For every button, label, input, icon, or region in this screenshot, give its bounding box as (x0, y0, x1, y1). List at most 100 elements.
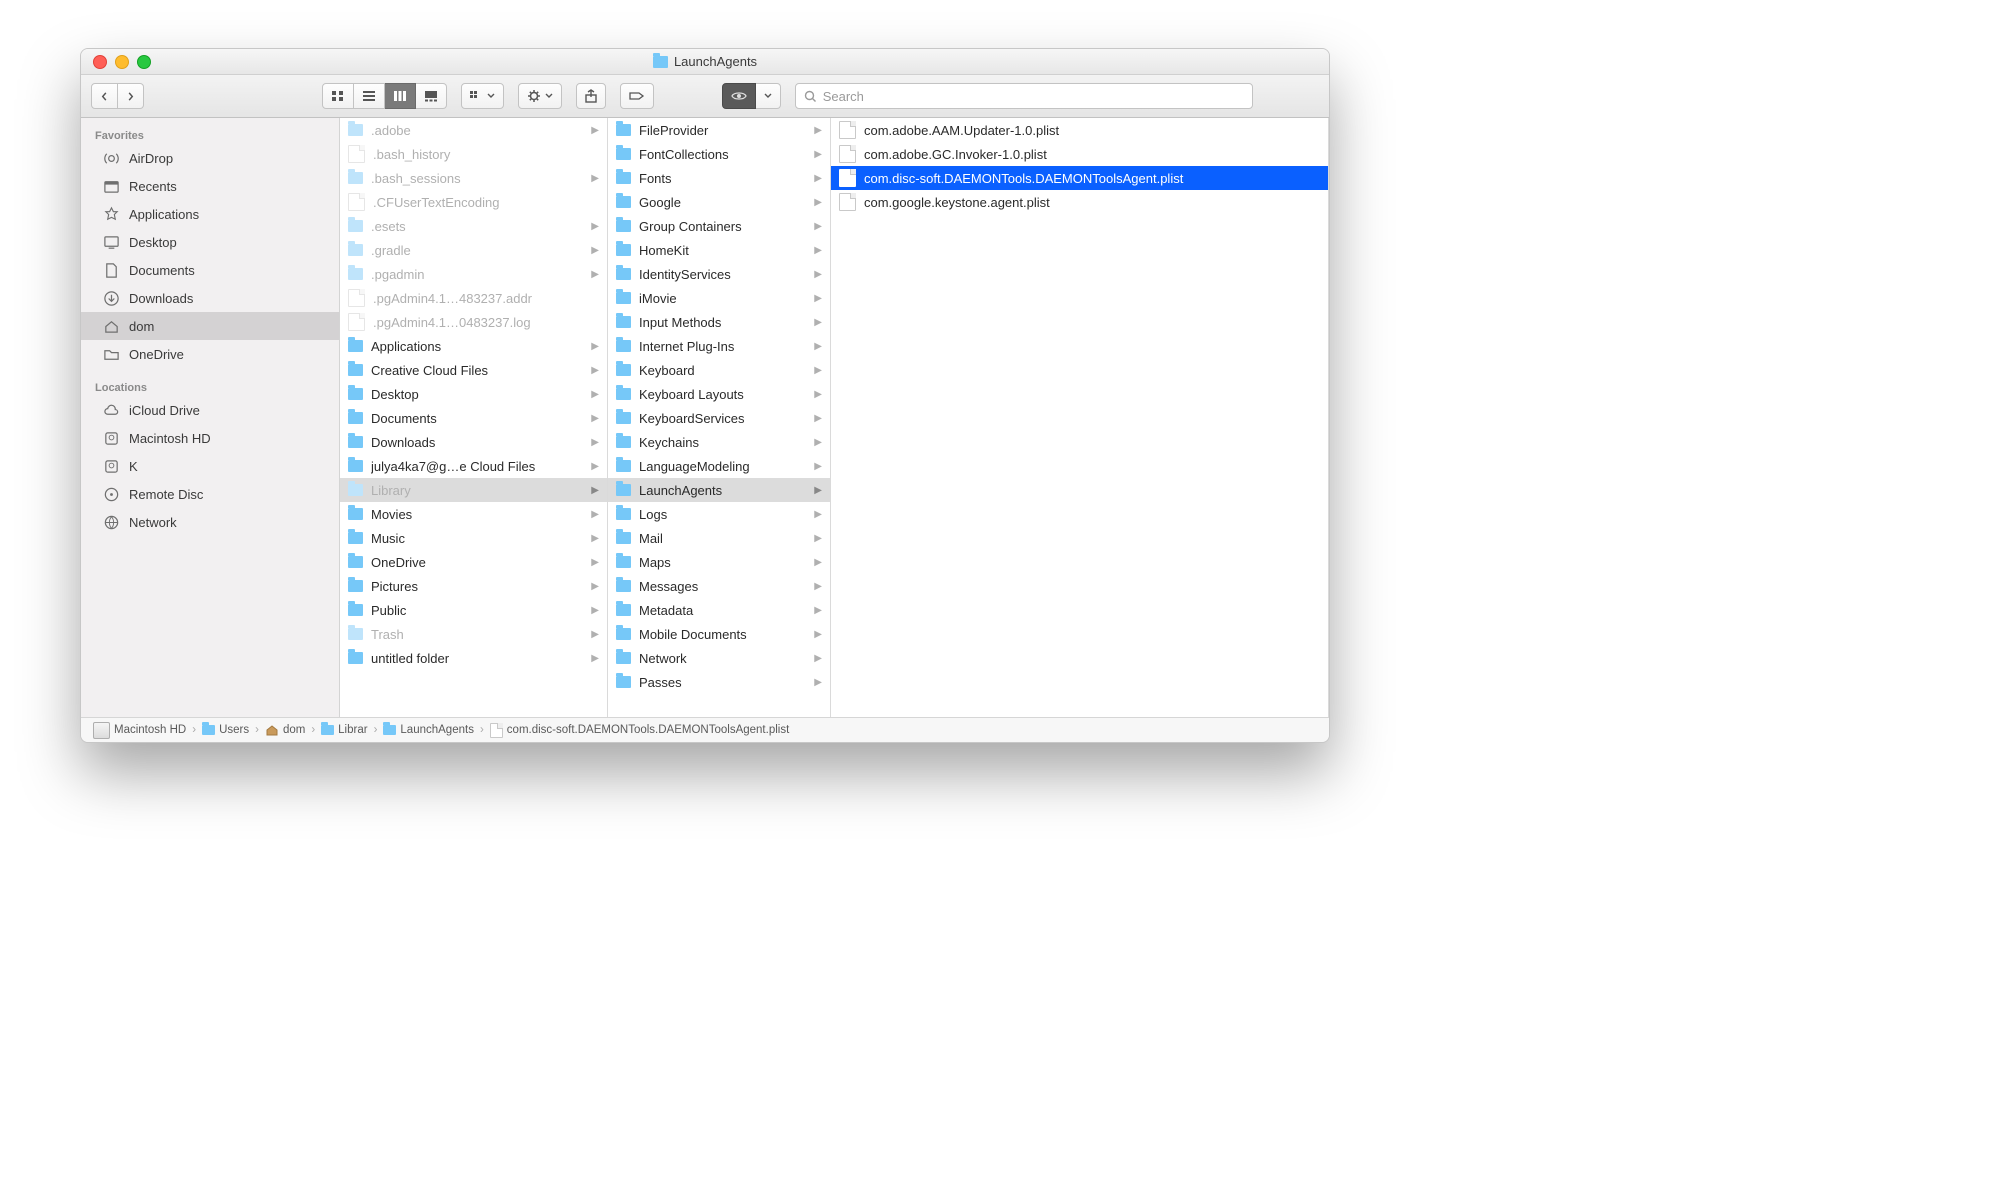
file-row[interactable]: Library▶ (340, 478, 607, 502)
disc-icon (103, 486, 120, 503)
file-row[interactable]: Mobile Documents▶ (608, 622, 830, 646)
file-row[interactable]: Mail▶ (608, 526, 830, 550)
file-row[interactable]: Messages▶ (608, 574, 830, 598)
sidebar-item[interactable]: Desktop (81, 228, 339, 256)
file-row[interactable]: Keyboard▶ (608, 358, 830, 382)
file-row[interactable]: FileProvider▶ (608, 118, 830, 142)
sidebar-item[interactable]: OneDrive (81, 340, 339, 368)
file-row[interactable]: Trash▶ (340, 622, 607, 646)
sidebar-item[interactable]: Network (81, 508, 339, 536)
sidebar-item[interactable]: dom (81, 312, 339, 340)
file-row[interactable]: com.adobe.GC.Invoker-1.0.plist (831, 142, 1328, 166)
sidebar-item-label: Network (129, 515, 177, 530)
chevron-right-icon: ▶ (814, 149, 824, 160)
sidebar-item[interactable]: Documents (81, 256, 339, 284)
sidebar-item[interactable]: AirDrop (81, 144, 339, 172)
file-row[interactable]: com.disc-soft.DAEMONTools.DAEMONToolsAge… (831, 166, 1328, 190)
column-1: .adobe▶.bash_history.bash_sessions▶.CFUs… (340, 118, 608, 717)
folder-icon (348, 652, 363, 664)
folder-icon (348, 340, 363, 352)
sidebar-item[interactable]: Applications (81, 200, 339, 228)
file-row[interactable]: julya4ka7@g…e Cloud Files▶ (340, 454, 607, 478)
file-row[interactable]: Creative Cloud Files▶ (340, 358, 607, 382)
sidebar-item[interactable]: K (81, 452, 339, 480)
file-row[interactable]: Fonts▶ (608, 166, 830, 190)
path-segment[interactable]: dom (265, 723, 305, 737)
view-icons-button[interactable] (322, 83, 354, 109)
action-button[interactable] (518, 83, 561, 109)
back-button[interactable] (91, 83, 118, 109)
file-row[interactable]: KeyboardServices▶ (608, 406, 830, 430)
file-row[interactable]: Keyboard Layouts▶ (608, 382, 830, 406)
file-row[interactable]: iMovie▶ (608, 286, 830, 310)
sidebar-item[interactable]: Recents (81, 172, 339, 200)
close-icon[interactable] (93, 55, 107, 69)
file-row[interactable]: Google▶ (608, 190, 830, 214)
sidebar-item[interactable]: Macintosh HD (81, 424, 339, 452)
sidebar-item[interactable]: Remote Disc (81, 480, 339, 508)
minimize-icon[interactable] (115, 55, 129, 69)
file-row[interactable]: Input Methods▶ (608, 310, 830, 334)
file-row[interactable]: Pictures▶ (340, 574, 607, 598)
file-row[interactable]: .esets▶ (340, 214, 607, 238)
file-row[interactable]: Applications▶ (340, 334, 607, 358)
file-row[interactable]: .gradle▶ (340, 238, 607, 262)
file-row[interactable]: Maps▶ (608, 550, 830, 574)
file-row[interactable]: .adobe▶ (340, 118, 607, 142)
preview-menu-button[interactable] (756, 83, 781, 109)
file-row[interactable]: Desktop▶ (340, 382, 607, 406)
file-row[interactable]: .CFUserTextEncoding (340, 190, 607, 214)
chevron-right-icon: ▶ (591, 365, 601, 376)
preview-button[interactable] (722, 83, 756, 109)
view-list-button[interactable] (354, 83, 385, 109)
forward-button[interactable] (118, 83, 144, 109)
file-row[interactable]: Internet Plug-Ins▶ (608, 334, 830, 358)
file-row[interactable]: FontCollections▶ (608, 142, 830, 166)
path-segment[interactable]: Users (202, 724, 249, 736)
chevron-right-icon: ▶ (814, 173, 824, 184)
path-segment[interactable]: Macintosh HD (93, 722, 186, 739)
file-row[interactable]: .pgAdmin4.1…483237.addr (340, 286, 607, 310)
path-segment[interactable]: Librar (321, 724, 367, 736)
file-row[interactable]: Keychains▶ (608, 430, 830, 454)
file-row[interactable]: Group Containers▶ (608, 214, 830, 238)
path-segment[interactable]: LaunchAgents (383, 724, 474, 736)
file-row[interactable]: Public▶ (340, 598, 607, 622)
file-row[interactable]: Logs▶ (608, 502, 830, 526)
sidebar-item[interactable]: iCloud Drive (81, 396, 339, 424)
file-row[interactable]: LaunchAgents▶ (608, 478, 830, 502)
file-row[interactable]: com.adobe.AAM.Updater-1.0.plist (831, 118, 1328, 142)
file-row[interactable]: com.google.keystone.agent.plist (831, 190, 1328, 214)
file-row[interactable]: Music▶ (340, 526, 607, 550)
file-row[interactable]: LanguageModeling▶ (608, 454, 830, 478)
file-row[interactable]: .pgadmin▶ (340, 262, 607, 286)
folder-icon (348, 556, 363, 568)
file-row[interactable]: IdentityServices▶ (608, 262, 830, 286)
zoom-icon[interactable] (137, 55, 151, 69)
file-row[interactable]: .bash_sessions▶ (340, 166, 607, 190)
file-label: .gradle (371, 243, 583, 258)
file-row[interactable]: Network▶ (608, 646, 830, 670)
share-button[interactable] (576, 83, 606, 109)
view-gallery-button[interactable] (416, 83, 447, 109)
file-row[interactable]: HomeKit▶ (608, 238, 830, 262)
file-row[interactable]: Documents▶ (340, 406, 607, 430)
sidebar-item[interactable]: Downloads (81, 284, 339, 312)
file-icon (839, 145, 856, 163)
file-row[interactable]: OneDrive▶ (340, 550, 607, 574)
file-row[interactable]: untitled folder▶ (340, 646, 607, 670)
file-row[interactable]: Metadata▶ (608, 598, 830, 622)
path-segment[interactable]: com.disc-soft.DAEMONTools.DAEMONToolsAge… (490, 723, 789, 738)
file-row[interactable]: .pgAdmin4.1…0483237.log (340, 310, 607, 334)
tags-button[interactable] (620, 83, 654, 109)
search-input[interactable]: Search (795, 83, 1253, 109)
file-label: Group Containers (639, 219, 806, 234)
chevron-right-icon: ▶ (814, 269, 824, 280)
file-row[interactable]: Downloads▶ (340, 430, 607, 454)
file-row[interactable]: .bash_history (340, 142, 607, 166)
file-row[interactable]: Movies▶ (340, 502, 607, 526)
arrange-button[interactable] (461, 83, 504, 109)
file-row[interactable]: Passes▶ (608, 670, 830, 694)
folder-icon (616, 364, 631, 376)
view-columns-button[interactable] (385, 83, 416, 109)
